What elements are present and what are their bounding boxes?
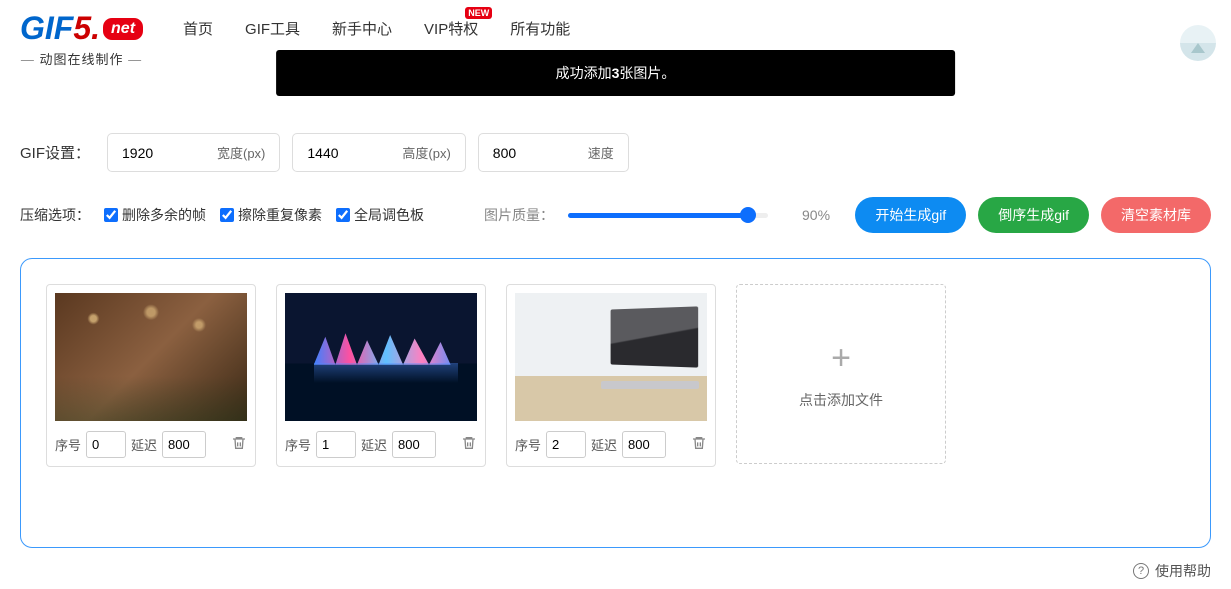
frame-card-0: 序号 延迟 <box>46 284 256 467</box>
avatar[interactable] <box>1180 25 1216 61</box>
nav-gif-tools[interactable]: GIF工具 <box>245 18 300 39</box>
logo-text-5: 5. <box>73 10 100 47</box>
add-file-card[interactable]: + 点击添加文件 <box>736 284 946 464</box>
new-badge: NEW <box>465 7 492 19</box>
speed-input[interactable] <box>493 145 588 161</box>
toast-message: 成功添加3张图片。 <box>276 50 956 96</box>
frame-card-1: 序号 延迟 <box>276 284 486 467</box>
cb-remove-frames-input[interactable] <box>104 208 118 222</box>
quality-slider[interactable] <box>568 213 768 218</box>
quality-slider-thumb[interactable] <box>740 207 756 223</box>
delay-label: 延迟 <box>131 435 157 454</box>
delay-input-2[interactable] <box>622 431 666 458</box>
logo-text-gif: GIF <box>20 10 73 47</box>
delay-label: 延迟 <box>361 435 387 454</box>
height-input-group: 高度(px) <box>292 133 465 172</box>
reverse-generate-button[interactable]: 倒序生成gif <box>978 197 1089 233</box>
seq-label: 序号 <box>285 435 311 454</box>
width-input[interactable] <box>122 145 217 161</box>
speed-input-group: 速度 <box>478 133 629 172</box>
cb-global-palette-input[interactable] <box>336 208 350 222</box>
frame-thumbnail-0[interactable] <box>55 293 247 421</box>
width-input-group: 宽度(px) <box>107 133 280 172</box>
nav-vip[interactable]: VIP特权 NEW <box>424 18 478 39</box>
clear-library-button[interactable]: 清空素材库 <box>1101 197 1211 233</box>
delay-label: 延迟 <box>591 435 617 454</box>
gif-settings-label: GIF设置： <box>20 142 90 163</box>
cb-global-palette[interactable]: 全局调色板 <box>336 205 424 225</box>
trash-icon <box>231 435 247 451</box>
frame-thumbnail-2[interactable] <box>515 293 707 421</box>
delay-input-0[interactable] <box>162 431 206 458</box>
delete-frame-1[interactable] <box>461 435 477 454</box>
delete-frame-2[interactable] <box>691 435 707 454</box>
nav-vip-label: VIP特权 <box>424 21 478 38</box>
seq-input-1[interactable] <box>316 431 356 458</box>
frame-thumbnail-1[interactable] <box>285 293 477 421</box>
height-input[interactable] <box>307 145 402 161</box>
quality-slider-fill <box>568 213 748 218</box>
add-file-text: 点击添加文件 <box>799 390 883 410</box>
seq-label: 序号 <box>55 435 81 454</box>
delay-input-1[interactable] <box>392 431 436 458</box>
trash-icon <box>461 435 477 451</box>
nav-newbie[interactable]: 新手中心 <box>332 18 392 39</box>
seq-input-0[interactable] <box>86 431 126 458</box>
nav-all[interactable]: 所有功能 <box>510 18 570 39</box>
trash-icon <box>691 435 707 451</box>
help-icon: ? <box>1133 563 1149 579</box>
seq-input-2[interactable] <box>546 431 586 458</box>
compress-options-label: 压缩选项： <box>20 205 90 225</box>
cb-remove-frames[interactable]: 删除多余的帧 <box>104 205 206 225</box>
help-link[interactable]: ? 使用帮助 <box>1133 561 1211 581</box>
frame-card-2: 序号 延迟 <box>506 284 716 467</box>
plus-icon: + <box>831 339 851 378</box>
logo[interactable]: GIF 5. net 动图在线制作 <box>20 10 143 68</box>
cb-erase-pixels[interactable]: 擦除重复像素 <box>220 205 322 225</box>
gallery-panel: 序号 延迟 序号 延迟 <box>20 258 1211 548</box>
logo-badge-net: net <box>103 18 143 40</box>
quality-value: 90% <box>802 207 830 223</box>
width-unit: 宽度(px) <box>217 143 265 162</box>
help-text: 使用帮助 <box>1155 561 1211 581</box>
start-generate-button[interactable]: 开始生成gif <box>855 197 966 233</box>
speed-unit: 速度 <box>588 143 614 162</box>
seq-label: 序号 <box>515 435 541 454</box>
quality-label: 图片质量： <box>484 205 554 225</box>
delete-frame-0[interactable] <box>231 435 247 454</box>
nav-home[interactable]: 首页 <box>183 18 213 39</box>
height-unit: 高度(px) <box>402 143 450 162</box>
logo-subtitle: 动图在线制作 <box>21 49 142 68</box>
cb-erase-pixels-input[interactable] <box>220 208 234 222</box>
